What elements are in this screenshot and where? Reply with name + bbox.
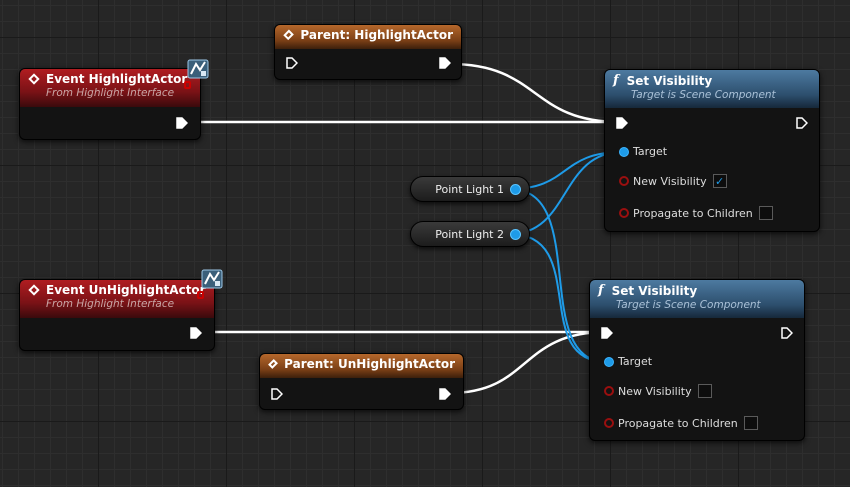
exec-out-pin[interactable] — [439, 57, 451, 69]
bool-pin[interactable] — [604, 386, 614, 396]
target-pin-row[interactable]: Target — [619, 145, 667, 158]
exec-out-pin[interactable] — [176, 117, 188, 129]
event-unhighlight-node[interactable]: Event UnHighlightActor From Highlight In… — [19, 279, 215, 351]
node-title: Set Visibility — [626, 73, 713, 88]
exec-in-pin[interactable] — [271, 388, 283, 400]
function-icon: f — [598, 283, 604, 298]
interface-icon — [200, 268, 224, 290]
bool-pin[interactable] — [604, 418, 614, 428]
diamond-icon — [28, 73, 40, 85]
replicated-icon — [197, 291, 204, 299]
function-icon: f — [613, 73, 619, 88]
node-title: Parent: HighlightActor — [300, 28, 453, 42]
node-title: Event HighlightActor — [46, 72, 188, 86]
node-header: f Set Visibility Target is Scene Componen… — [590, 280, 804, 318]
node-header: Parent: UnHighlightActor — [260, 354, 463, 378]
parent-highlight-node[interactable]: Parent: HighlightActor — [274, 24, 462, 80]
node-subtitle: Target is Scene Component — [631, 89, 776, 101]
exec-in-pin[interactable] — [616, 117, 628, 129]
exec-wire — [449, 62, 621, 124]
exec-out-pin[interactable] — [190, 327, 202, 339]
diamond-icon — [28, 284, 40, 296]
object-out-pin[interactable] — [510, 228, 521, 240]
diamond-icon — [268, 359, 279, 369]
target-pin[interactable] — [619, 146, 629, 157]
set-visibility-node-1[interactable]: f Set Visibility Target is Scene Componen… — [604, 69, 820, 232]
bool-pin[interactable] — [619, 208, 629, 218]
target-pin-row[interactable]: Target — [604, 355, 652, 368]
exec-out-pin[interactable] — [796, 117, 808, 129]
propagate-checkbox[interactable] — [758, 206, 773, 220]
pin-label: Target — [618, 355, 653, 368]
propagate-pin-row[interactable]: Propagate to Children — [619, 206, 773, 220]
new-visibility-checkbox[interactable] — [697, 384, 712, 398]
node-title: Parent: UnHighlightActor — [284, 357, 455, 371]
bool-pin[interactable] — [619, 176, 629, 186]
node-header: Event HighlightActor From Highlight Inte… — [20, 69, 200, 107]
event-highlight-node[interactable]: Event HighlightActor From Highlight Inte… — [19, 68, 201, 140]
propagate-pin-row[interactable]: Propagate to Children — [604, 416, 758, 430]
exec-wire — [449, 330, 607, 395]
pin-label: Target — [633, 145, 668, 158]
set-visibility-node-2[interactable]: f Set Visibility Target is Scene Componen… — [589, 279, 805, 441]
object-out-pin[interactable] — [510, 183, 521, 195]
replicated-icon — [184, 81, 191, 89]
exec-out-pin[interactable] — [439, 388, 451, 400]
pin-label: Propagate to Children — [633, 206, 753, 220]
new-visibility-checkbox[interactable]: ✓ — [712, 174, 727, 188]
diamond-icon — [283, 29, 295, 41]
exec-out-pin[interactable] — [781, 327, 793, 339]
parent-unhighlight-node[interactable]: Parent: UnHighlightActor — [259, 353, 464, 410]
variable-point-light-2[interactable]: Point Light 2 — [410, 221, 530, 247]
target-pin[interactable] — [604, 356, 614, 367]
variable-label: Point Light 1 — [435, 182, 504, 196]
exec-in-pin[interactable] — [286, 57, 298, 69]
variable-label: Point Light 2 — [435, 227, 504, 241]
node-header: Event UnHighlightActor From Highlight In… — [20, 280, 214, 318]
propagate-checkbox[interactable] — [743, 416, 758, 430]
node-subtitle: From Highlight Interface — [46, 87, 175, 99]
new-visibility-pin-row[interactable]: New Visibility — [604, 384, 712, 398]
pin-label: New Visibility — [618, 384, 692, 398]
node-title: Event UnHighlightActor — [46, 283, 206, 297]
pin-label: Propagate to Children — [618, 416, 738, 430]
node-title: Set Visibility — [611, 283, 698, 298]
node-header: f Set Visibility Target is Scene Componen… — [605, 70, 819, 108]
node-subtitle: From Highlight Interface — [46, 298, 175, 310]
variable-point-light-1[interactable]: Point Light 1 — [410, 176, 530, 202]
exec-in-pin[interactable] — [601, 327, 613, 339]
node-header: Parent: HighlightActor — [275, 25, 461, 49]
node-subtitle: Target is Scene Component — [616, 299, 761, 311]
new-visibility-pin-row[interactable]: New Visibility ✓ — [619, 174, 727, 188]
interface-icon — [186, 58, 210, 80]
pin-label: New Visibility — [633, 174, 707, 188]
